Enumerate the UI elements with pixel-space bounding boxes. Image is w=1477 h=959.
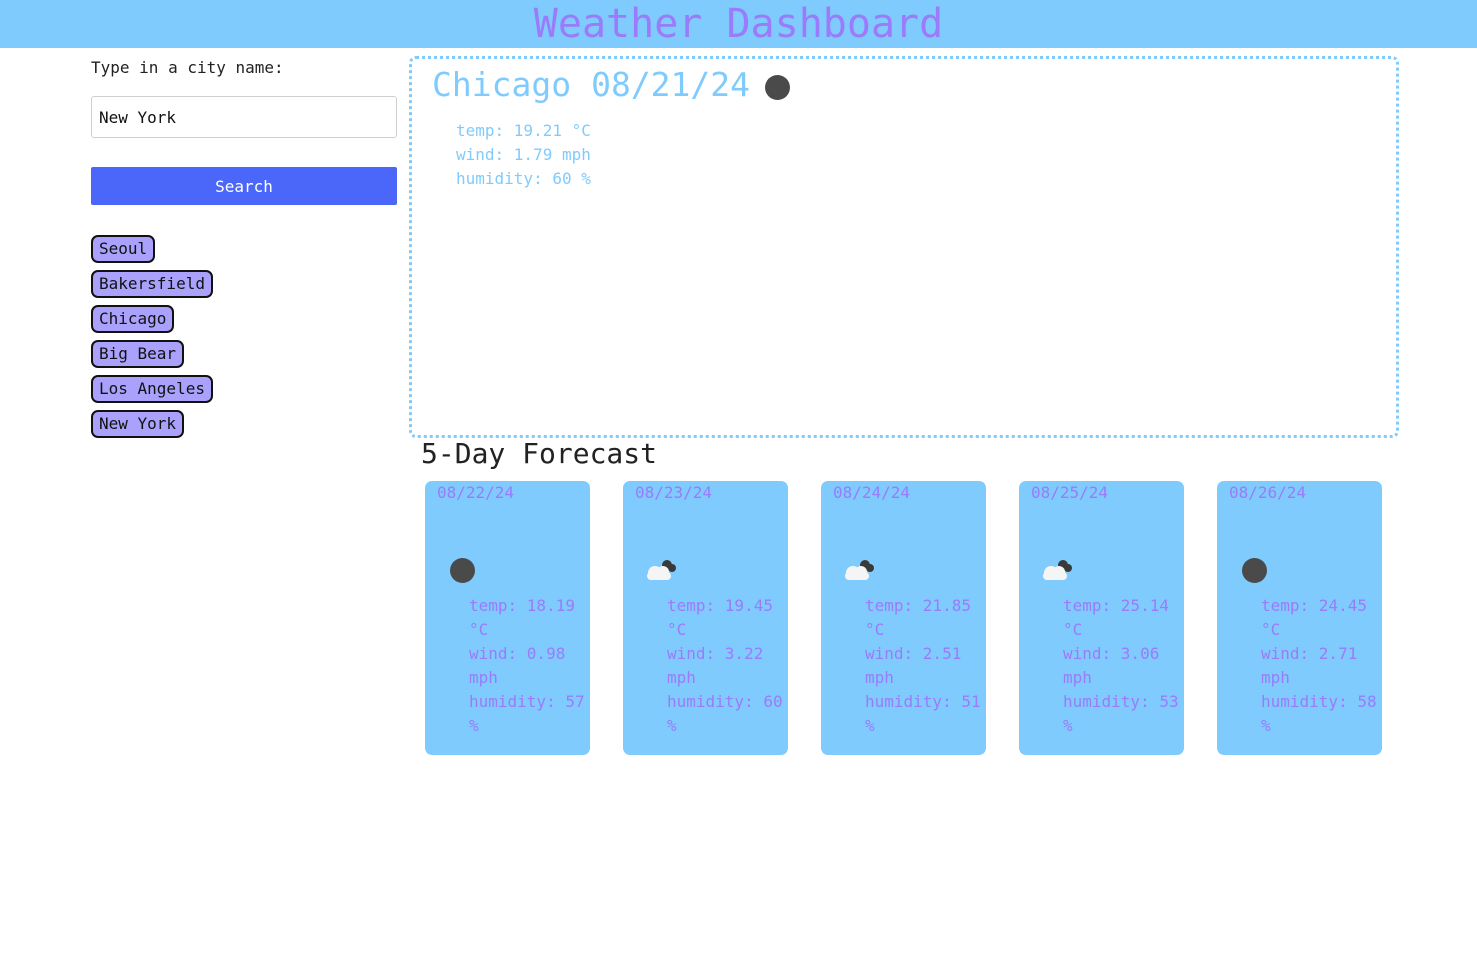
history-button-chicago[interactable]: Chicago [91,305,175,333]
search-button[interactable]: Search [91,167,397,205]
cloud-icon [647,560,676,580]
forecast-date: 08/26/24 [1229,483,1307,502]
history-button-los-angeles[interactable]: Los Angeles [91,375,213,403]
forecast-humidity: humidity: 60 % [667,692,783,735]
history-button-bakersfield[interactable]: Bakersfield [91,270,213,298]
history-button-new-york[interactable]: New York [91,410,185,438]
forecast-date: 08/22/24 [437,483,515,502]
forecast-temp: temp: 18.19 °C [469,596,575,639]
current-city: Chicago [432,65,572,104]
page-title: Weather Dashboard [533,1,944,47]
forecast-temp: temp: 24.45 °C [1261,596,1367,639]
forecast-date: 08/24/24 [833,483,911,502]
forecast-card: 08/22/24 temp: 18.19 °C wind: 0.98 mph h… [425,481,590,755]
forecast-temp: temp: 21.85 °C [865,596,971,639]
moon-icon [450,558,475,583]
forecast-wind: wind: 2.71 mph [1261,644,1358,687]
forecast-humidity: humidity: 57 % [469,692,585,735]
moon-icon [765,75,791,100]
forecast-humidity: humidity: 53 % [1063,692,1179,735]
current-wind: wind: 1.79 mph [456,145,591,164]
moon-icon [1242,558,1267,583]
forecast-card: 08/25/24 temp: 25.14 °C wind: 3.06 mph h… [1019,481,1184,755]
history-button-big-bear[interactable]: Big Bear [91,340,185,368]
current-weather-details: temp: 19.21 °C wind: 1.79 mph humidity: … [456,119,591,191]
city-input-label: Type in a city name: [91,58,284,77]
forecast-humidity: humidity: 51 % [865,692,981,735]
history-button-seoul[interactable]: Seoul [91,235,156,263]
current-date: 08/21/24 [591,65,751,104]
forecast-humidity: humidity: 58 % [1261,692,1377,735]
forecast-date: 08/23/24 [635,483,713,502]
cloud-icon [1043,560,1072,580]
forecast-wind: wind: 0.98 mph [469,644,566,687]
forecast-wind: wind: 3.06 mph [1063,644,1160,687]
forecast-wind: wind: 2.51 mph [865,644,962,687]
current-weather-title: Chicago 08/21/24 [432,65,791,104]
forecast-card: 08/23/24 temp: 19.45 °C wind: 3.22 mph h… [623,481,788,755]
search-history-list: Seoul Bakersfield Chicago Big Bear Los A… [91,235,213,445]
city-search-input[interactable] [91,96,397,138]
forecast-date: 08/25/24 [1031,483,1109,502]
forecast-temp: temp: 19.45 °C [667,596,773,639]
forecast-wind: wind: 3.22 mph [667,644,764,687]
cloud-icon [845,560,874,580]
forecast-card: 08/26/24 temp: 24.45 °C wind: 2.71 mph h… [1217,481,1382,755]
current-humidity: humidity: 60 % [456,169,591,188]
forecast-card: 08/24/24 temp: 21.85 °C wind: 2.51 mph h… [821,481,986,755]
current-weather-panel: Chicago 08/21/24 temp: 19.21 °C wind: 1.… [409,56,1399,438]
forecast-heading: 5-Day Forecast [421,437,658,470]
forecast-temp: temp: 25.14 °C [1063,596,1169,639]
current-temp: temp: 19.21 °C [456,121,591,140]
page-header: Weather Dashboard [0,0,1477,48]
